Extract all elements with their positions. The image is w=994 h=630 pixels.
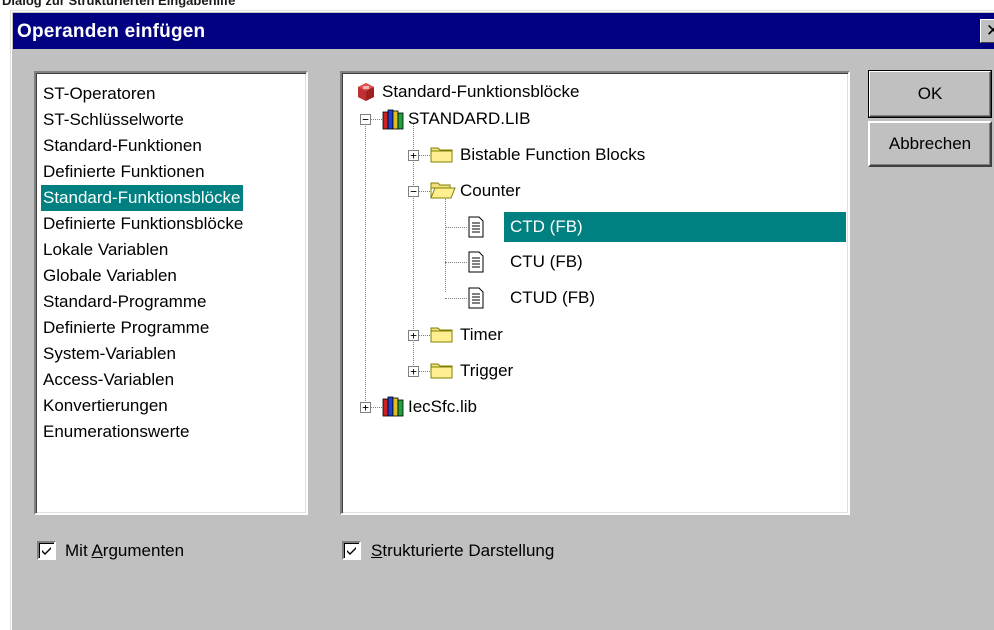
folder-icon [430,324,454,349]
collapse-toggle[interactable]: − [408,186,419,197]
list-item-definierte-programme[interactable]: Definierte Programme [41,315,211,341]
label-mnemonic: S [371,541,383,560]
list-item-standard-programme[interactable]: Standard-Programme [41,289,208,315]
tree-connector [445,196,446,292]
expand-toggle[interactable]: + [408,150,419,161]
close-button[interactable]: ✕ [980,19,994,43]
list-item-definierte-funktionen[interactable]: Definierte Funktionen [41,159,207,185]
list-item-lokale-variablen[interactable]: Lokale Variablen [41,237,170,263]
list-item-access-variablen[interactable]: Access-Variablen [41,367,176,393]
list-item-globale-variablen[interactable]: Globale Variablen [41,263,179,289]
list-item-st-schluesselworte[interactable]: ST-Schlüsselworte [41,107,186,133]
list-item-konvertierungen[interactable]: Konvertierungen [41,393,170,419]
screenshot-caption: Dialog zur Strukturierten Eingabehilfe [2,0,236,8]
list-item-enumerationswerte[interactable]: Enumerationswerte [41,419,191,445]
cancel-button[interactable]: Abbrechen [868,121,992,167]
tree-connector [418,191,430,192]
category-list[interactable]: ST-Operatoren ST-Schlüsselworte Standard… [34,71,308,515]
mit-argumenten-label[interactable]: Mit Argumenten [65,541,184,561]
list-item-system-variablen[interactable]: System-Variablen [41,341,178,367]
tree-connector [445,262,467,263]
tree-connector [445,227,467,228]
tree-node-ctud[interactable]: CTUD (FB) [510,283,595,313]
checkmark-icon [42,547,51,555]
document-icon [468,287,484,314]
title-bar[interactable]: Operanden einfügen ✕ [13,13,994,49]
folder-icon [430,144,454,169]
mit-argumenten-checkbox[interactable] [37,541,56,560]
checkmark-icon [347,547,356,555]
operand-tree[interactable]: Standard-Funktionsblöcke − STANDARD.LIB … [340,71,850,515]
expand-toggle[interactable]: + [408,330,419,341]
expand-toggle[interactable]: + [408,366,419,377]
expand-toggle[interactable]: + [360,402,371,413]
ok-button[interactable]: OK [868,70,992,118]
list-item-standard-funktionsbloecke[interactable]: Standard-Funktionsblöcke [41,185,243,211]
label-mnemonic: A [91,541,103,560]
operanden-dialog: Operanden einfügen ✕ ST-Operatoren ST-Sc… [10,10,994,630]
folder-icon [430,360,454,385]
tree-node-ctu[interactable]: CTU (FB) [510,247,583,277]
collapse-toggle[interactable]: − [360,114,371,125]
close-icon: ✕ [985,21,994,40]
tree-node-bistable[interactable]: Bistable Function Blocks [460,140,645,170]
library-books-icon [382,395,404,422]
tree-node-counter[interactable]: Counter [460,176,520,206]
tree-node-iecsfc-lib[interactable]: IecSfc.lib [408,392,477,422]
function-block-root-icon [356,82,376,107]
list-item-definierte-funktionsbloecke[interactable]: Definierte Funktionsblöcke [41,211,245,237]
tree-connector [418,335,430,336]
label-suffix: trukturierte Darstellung [382,541,555,560]
tree-connector [370,119,382,120]
window-title: Operanden einfügen [17,21,206,42]
tree-node-timer[interactable]: Timer [460,320,503,350]
list-item-st-operatoren[interactable]: ST-Operatoren [41,81,157,107]
tree-connector [365,123,366,405]
document-icon [468,251,484,278]
folder-open-icon [430,180,456,205]
list-item-standard-funktionen[interactable]: Standard-Funktionen [41,133,204,159]
strukturierte-darstellung-checkbox[interactable] [342,541,361,560]
tree-connector [418,155,430,156]
label-suffix: rgumenten [102,541,185,560]
tree-node-ctd[interactable]: CTD (FB) [504,212,846,242]
document-icon [468,216,484,243]
tree-connector [370,407,382,408]
tree-connector [445,298,467,299]
tree-node-trigger[interactable]: Trigger [460,356,513,386]
tree-node-standard-lib[interactable]: STANDARD.LIB [408,104,531,134]
tree-connector [418,371,430,372]
strukturierte-darstellung-label[interactable]: Strukturierte Darstellung [371,541,554,561]
library-books-icon [382,108,404,135]
label-prefix: Mit [65,541,92,560]
tree-node-root[interactable]: Standard-Funktionsblöcke [382,77,580,107]
